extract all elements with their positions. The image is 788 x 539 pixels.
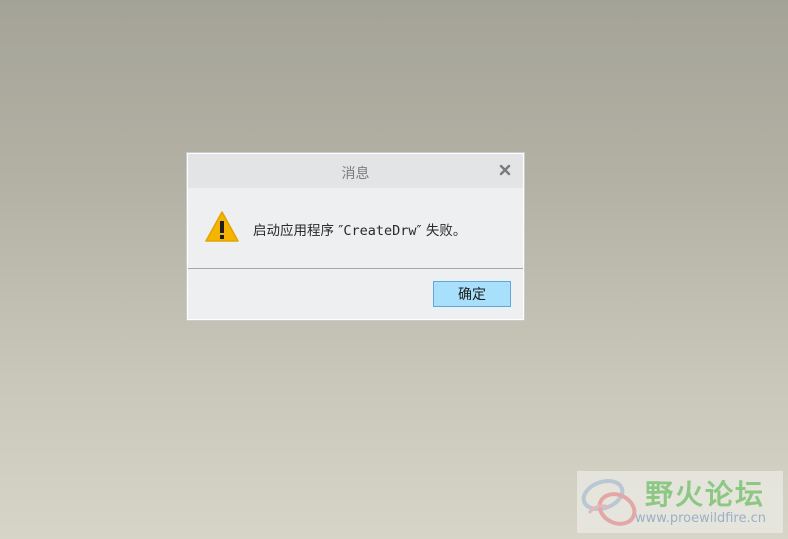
dialog-body: 启动应用程序 ″CreateDrw″ 失败。	[188, 188, 523, 268]
app-name: CreateDrw	[343, 223, 417, 239]
forum-watermark: 野火论坛 www.proewildfire.cn	[577, 471, 783, 533]
forum-logo-icon	[579, 473, 639, 531]
message-prefix: 启动应用程序 ″	[253, 223, 344, 239]
close-icon[interactable]	[497, 162, 513, 178]
message-dialog: 消息 启动应用程序 ″CreateDrw″ 失败。 确定	[187, 153, 524, 320]
dialog-message: 启动应用程序 ″CreateDrw″ 失败。	[253, 219, 466, 239]
message-suffix: ″ 失败。	[416, 223, 467, 239]
ok-button[interactable]: 确定	[433, 281, 511, 307]
dialog-footer: 确定	[188, 269, 523, 319]
dialog-title: 消息	[341, 166, 370, 182]
forum-name: 野火论坛	[645, 478, 766, 511]
dialog-titlebar[interactable]: 消息	[188, 154, 523, 188]
warning-icon	[204, 210, 240, 244]
forum-url: www.proewildfire.cn	[635, 511, 766, 526]
